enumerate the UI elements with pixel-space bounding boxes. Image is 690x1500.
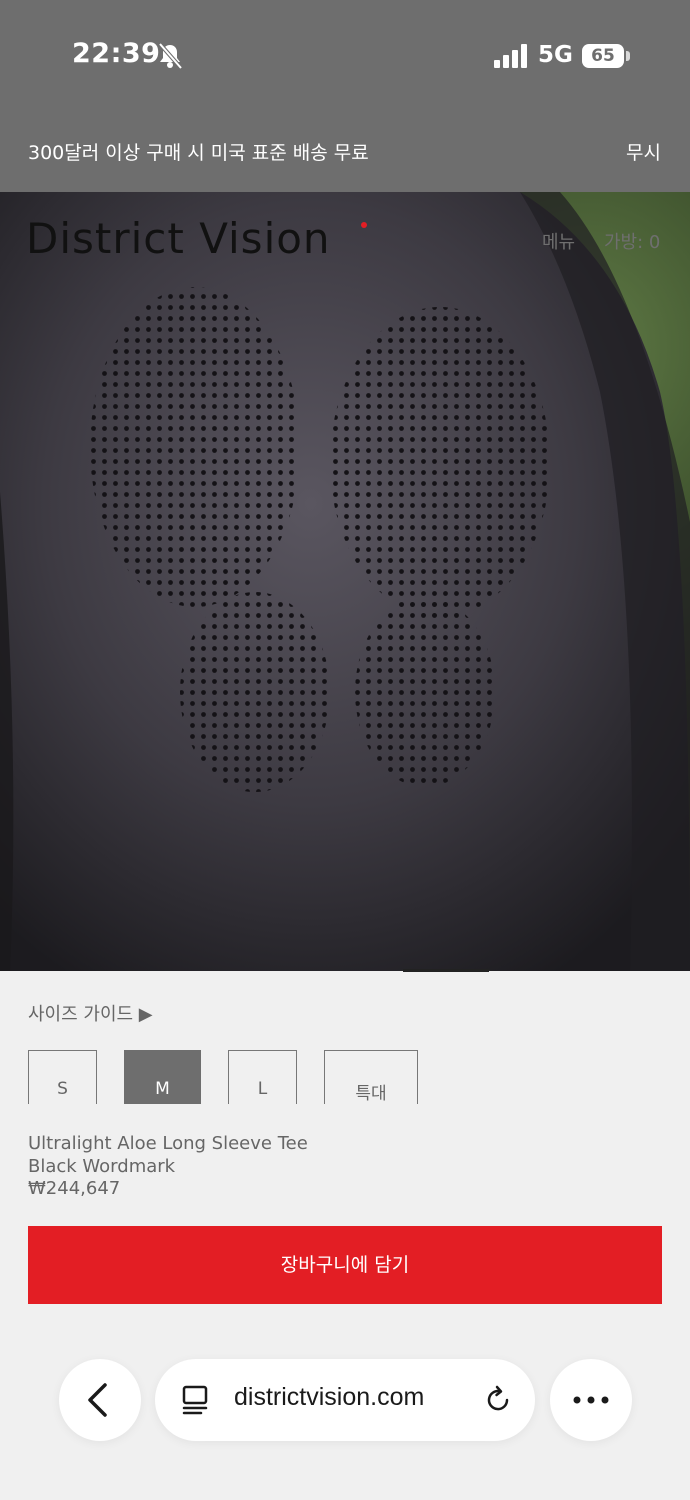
size-guide-link[interactable]: 사이즈 가이드 ▶ [28,1000,153,1026]
tabs-icon [182,1385,208,1415]
more-icon [573,1396,609,1404]
chevron-left-icon [88,1383,107,1417]
shirt-photo [0,192,690,971]
district-vision-logo[interactable]: District Vision [26,214,331,263]
dismiss-button[interactable]: 무시 [626,138,661,165]
signal-icon [494,44,527,68]
logo-dot [361,222,367,228]
add-to-cart-button[interactable]: 장바구니에 담기 [28,1226,662,1304]
status-time: 22:39 [72,38,161,69]
address-bar[interactable]: districtvision.com [155,1359,535,1441]
bag-button[interactable]: 가방: 0 [604,228,660,254]
promo-text: 300달러 이상 구매 시 미국 표준 배송 무료 [28,142,369,164]
more-button[interactable] [550,1359,632,1441]
battery-level: 65 [591,46,615,66]
network-label: 5G [538,42,573,68]
browser-toolbar: districtvision.com [0,1330,690,1500]
size-option-l[interactable]: L [228,1050,297,1104]
size-option-s[interactable]: S [28,1050,97,1104]
product-name: Ultralight Aloe Long Sleeve Tee [28,1133,308,1154]
menu-button[interactable]: 메뉴 [542,228,575,254]
bell-slash-icon [158,42,183,70]
top-banner-area: 22:39 5G 65 300달러 이상 구매 시 미국 표준 배송 무료 무시 [0,0,690,192]
gallery-indicator [403,969,489,972]
size-option-m[interactable]: M [124,1050,201,1104]
product-variant: Black Wordmark [28,1156,176,1177]
back-button[interactable] [59,1359,141,1441]
battery-icon: 65 [582,44,624,68]
product-price: ₩244,647 [28,1178,121,1199]
reload-icon[interactable] [483,1385,513,1415]
battery-tip [626,51,630,61]
url-text: districtvision.com [234,1383,425,1411]
product-hero-image[interactable]: District Vision 메뉴 가방: 0 [0,192,690,971]
size-option-xl[interactable]: 특대 [324,1050,418,1104]
